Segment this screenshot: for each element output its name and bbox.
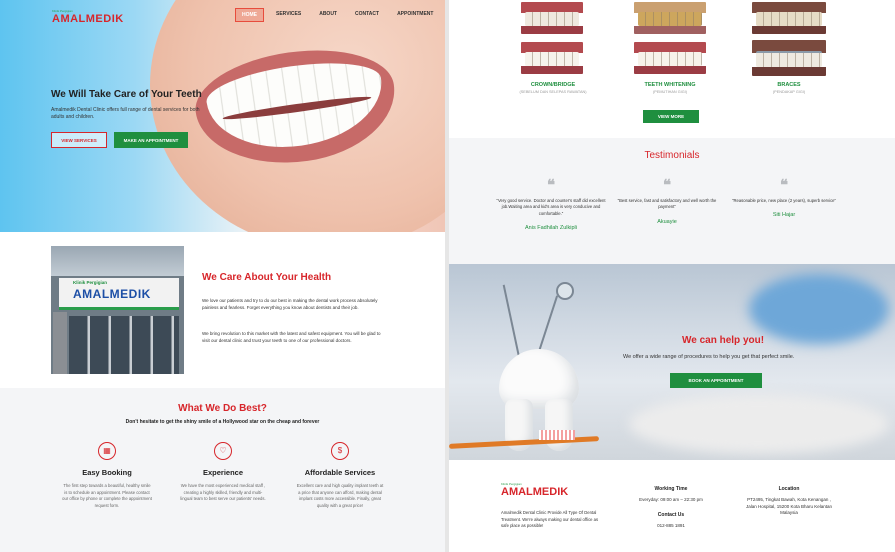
banner-background-blob xyxy=(749,274,889,344)
feature-experience: ♡ Experience We have the most experience… xyxy=(163,442,283,503)
clinic-pillar xyxy=(53,312,67,374)
braces-before-image[interactable] xyxy=(752,2,826,34)
best-title: What We Do Best? xyxy=(178,403,267,414)
feature-text: Excellent care and high quality implant … xyxy=(296,483,384,508)
quote-icon: ❝ xyxy=(662,176,672,194)
help-title: We can help you! xyxy=(682,335,765,346)
testimonial-text: "Reasonable price, new place (2 years), … xyxy=(732,198,836,203)
care-paragraph-1: We love our patients and try to do our b… xyxy=(202,298,378,310)
clinic-photo: Klinik Pergigian AMALMEDIK xyxy=(51,246,184,374)
toothbrush-icon xyxy=(539,430,575,440)
testimonial-name: Anis Fadhilah Zulkipli xyxy=(525,224,577,231)
hours-title: Working Time xyxy=(654,486,688,492)
clinic-sign: Klinik Pergigian AMALMEDIK xyxy=(59,278,179,310)
testimonial-card: ❝ "Best service, fast and satisfactory a… xyxy=(612,178,722,225)
crown-after-image[interactable] xyxy=(521,42,583,74)
view-more-button[interactable]: VIEW MORE xyxy=(643,110,699,123)
dental-mirror-icon xyxy=(556,282,574,300)
braces-subcaption: (PENDAKAP GIGI) xyxy=(772,90,806,94)
make-appointment-button[interactable]: MAKE AN APPOINTMENT xyxy=(114,132,188,148)
crown-subcaption: (SEBELUM DAN SELEPAS RAWATAN) xyxy=(519,90,587,94)
quote-icon: ❝ xyxy=(546,176,556,194)
clinic-photo-sky xyxy=(51,246,184,276)
feature-title: Easy Booking xyxy=(82,468,132,477)
best-subtitle: Don't hesitate to get the shiny smile of… xyxy=(125,419,320,425)
braces-after-image[interactable] xyxy=(752,40,826,76)
testimonial-name: Akuayie xyxy=(657,218,677,225)
money-icon: $ xyxy=(331,442,349,460)
location-address: PT2495, Tingkat Bawah, Kota Kenangan , J… xyxy=(745,497,833,515)
feature-text: The first step towards a beautiful, heal… xyxy=(62,483,152,508)
quote-icon: ❝ xyxy=(779,176,789,194)
view-services-button[interactable]: VIEW SERVICES xyxy=(51,132,107,148)
care-title: We Care About Your Health xyxy=(202,272,332,283)
whitening-subcaption: (PEMUTIHAN GIGI) xyxy=(653,90,687,94)
book-appointment-button[interactable]: BOOK AN APPOINTMENT xyxy=(670,373,762,388)
footer-hours: Working Time Everyday: 09:00 am – 22:30 … xyxy=(626,486,716,529)
feature-easy-booking: ▦ Easy Booking The first step towards a … xyxy=(47,442,167,509)
testimonial-text: "Very good service. Doctor and counter's… xyxy=(496,198,606,216)
main-nav: HOME SERVICES ABOUT CONTACT APPOINTMENT xyxy=(235,8,439,22)
whitening-caption: TEETH WHITENING xyxy=(644,82,696,88)
hero-subtitle: Amalmedik Dental Clinic offers full rang… xyxy=(51,107,200,120)
testimonial-name: Siti Hajar xyxy=(772,212,796,219)
clinic-sign-small: Klinik Pergigian xyxy=(73,280,108,285)
nav-home[interactable]: HOME xyxy=(235,8,264,22)
hero-title: We Will Take Care of Your Teeth xyxy=(51,89,202,100)
testimonials-title: Testimonials xyxy=(644,150,700,161)
feature-text: We have the most experienced medical sta… xyxy=(180,483,266,501)
clinic-sign-main: AMALMEDIK xyxy=(73,287,151,301)
nav-about[interactable]: ABOUT xyxy=(313,8,343,22)
whitening-after-image[interactable] xyxy=(634,42,706,74)
footer-logo-title: AMALMEDIK xyxy=(501,486,569,498)
whitening-before-image[interactable] xyxy=(634,2,706,34)
page-left-column: Klinik Pergigian AMALMEDIK HOME SERVICES… xyxy=(0,0,445,552)
help-subtitle: We offer a wide range of procedures to h… xyxy=(623,354,795,360)
banner-table-surface xyxy=(629,394,889,454)
logo-title: AMALMEDIK xyxy=(52,13,124,25)
hours-text: Everyday: 09:00 am – 22:30 pm xyxy=(639,497,703,502)
testimonial-card: ❝ "Very good service. Doctor and counter… xyxy=(496,178,606,231)
feature-title: Experience xyxy=(202,468,244,477)
feature-affordable: $ Affordable Services Excellent care and… xyxy=(280,442,400,509)
site-logo[interactable]: Klinik Pergigian AMALMEDIK xyxy=(52,9,124,27)
nav-contact[interactable]: CONTACT xyxy=(349,8,385,22)
footer-location: Location PT2495, Tingkat Bawah, Kota Ken… xyxy=(744,486,834,517)
footer-logo[interactable]: Klinik Pergigian AMALMEDIK xyxy=(501,482,568,498)
nav-services[interactable]: SERVICES xyxy=(270,8,307,22)
footer-description: Amalmedik Dental Clinic Provide All Type… xyxy=(501,510,599,528)
braces-caption: BRACES xyxy=(777,82,801,88)
gallery-section: CROWN/BRIDGE (SEBELUM DAN SELEPAS RAWATA… xyxy=(449,0,895,138)
tooth-icon: ♡ xyxy=(214,442,232,460)
crown-caption: CROWN/BRIDGE xyxy=(530,82,576,88)
crown-before-image[interactable] xyxy=(521,2,583,34)
phone-link[interactable]: 012-885 1891 xyxy=(626,523,716,530)
calendar-icon: ▦ xyxy=(98,442,116,460)
care-paragraph-2: We bring revolution to this market with … xyxy=(202,331,381,343)
help-banner xyxy=(449,264,895,460)
clinic-glass-front xyxy=(69,316,179,374)
contact-title: Contact Us xyxy=(657,511,685,518)
testimonial-text: "Best service, fast and satisfactory and… xyxy=(617,198,717,210)
nav-appointment[interactable]: APPOINTMENT xyxy=(391,8,439,22)
feature-title: Affordable Services xyxy=(304,468,376,477)
testimonial-card: ❝ "Reasonable price, new place (2 years)… xyxy=(729,176,839,219)
page-right-column: CROWN/BRIDGE (SEBELUM DAN SELEPAS RAWATA… xyxy=(449,0,895,552)
location-title: Location xyxy=(778,486,800,492)
